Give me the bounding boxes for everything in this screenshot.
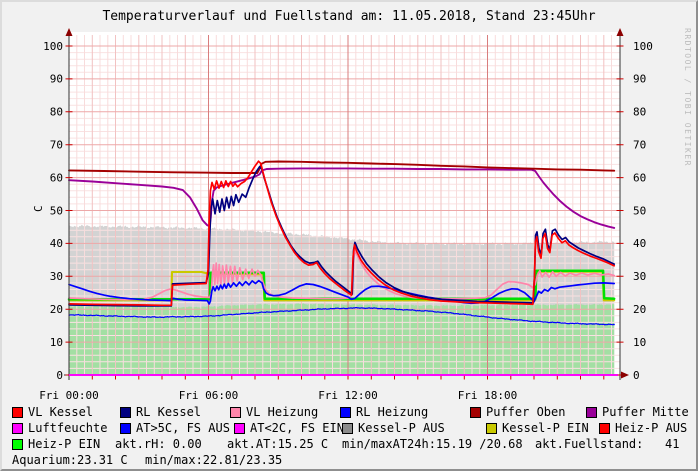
legend-item-rl-kessel: RL Kessel [120,406,201,418]
legend-swatch-luftfeuchte [12,423,23,434]
svg-text:50: 50 [633,204,646,217]
svg-text:20: 20 [50,303,63,316]
legend-swatch-puffer-oben [470,407,481,418]
svg-text:80: 80 [50,106,63,119]
rrdtool-graph: Temperaturverlauf und Fuellstand am: 11.… [0,0,698,471]
legend-label-at-gt5: AT>5C, FS AUS [136,422,230,434]
svg-text:0: 0 [56,369,63,382]
legend-swatch-at-gt5 [120,423,131,434]
legend-label-rl-kessel: RL Kessel [136,406,201,418]
svg-text:Fri 06:00: Fri 06:00 [179,389,239,402]
legend-item-aquarium: Aquarium:23.31 C [12,454,128,466]
legend-item-akt-at: akt.AT:15.25 C [227,438,328,450]
legend-item-rl-heizung: RL Heizung [340,406,428,418]
legend-item-luftfeuchte: Luftfeuchte [12,422,107,434]
legend-swatch-heiz-p-aus [599,423,610,434]
legend-item-kessel-p-ein: Kessel-P EIN [486,422,589,434]
svg-text:50: 50 [50,204,63,217]
legend-label-vl-heizung: VL Heizung [246,406,318,418]
legend-label-at-lt2: AT<2C, FS EIN [250,422,344,434]
legend-item-heiz-p-ein: Heiz-P EIN [12,438,100,450]
legend-item-puffer-mitte: Puffer Mitte [586,406,689,418]
svg-text:0: 0 [633,369,640,382]
svg-text:30: 30 [50,270,63,283]
legend-item-puffer-oben: Puffer Oben [470,406,565,418]
legend-label-heiz-p-ein: Heiz-P EIN [28,438,100,450]
svg-text:40: 40 [50,237,63,250]
svg-text:60: 60 [50,171,63,184]
svg-text:Fri 00:00: Fri 00:00 [39,389,99,402]
svg-text:70: 70 [633,139,646,152]
legend-item-vl-kessel: VL Kessel [12,406,93,418]
svg-text:70: 70 [50,139,63,152]
legend-swatch-vl-kessel [12,407,23,418]
legend-swatch-kessel-p-aus [342,423,353,434]
legend-label-vl-kessel: VL Kessel [28,406,93,418]
legend-label-kessel-p-aus: Kessel-P AUS [358,422,445,434]
legend-label-aquarium: Aquarium:23.31 C [12,454,128,466]
chart-canvas: 0 0 10 10 20 20 30 30 40 40 50 50 60 60 70 70 80 80 90 90 10… [2,2,698,471]
legend-label-puffer-oben: Puffer Oben [486,406,565,418]
legend-label-akt-at: akt.AT:15.25 C [227,438,328,450]
svg-text:Fri 18:00: Fri 18:00 [458,389,518,402]
legend-swatch-rl-kessel [120,407,131,418]
legend-label-minmax-at: min/maxAT24h:15.19 /20.68 [342,438,523,450]
legend-label-akt-rh: akt.rH: 0.00 [115,438,202,450]
legend-item-akt-fuellstand: akt.Fuellstand: 41 [535,438,680,450]
legend-label-heiz-p-aus: Heiz-P AUS [615,422,687,434]
legend-item-aquarium-minmax: min/max:22.81/23.35 [145,454,282,466]
legend-label-luftfeuchte: Luftfeuchte [28,422,107,434]
legend-item-vl-heizung: VL Heizung [230,406,318,418]
svg-text:90: 90 [50,73,63,86]
svg-text:100: 100 [633,40,653,53]
legend-item-at-gt5: AT>5C, FS AUS [120,422,230,434]
legend-swatch-rl-heizung [340,407,351,418]
legend-item-kessel-p-aus: Kessel-P AUS [342,422,445,434]
legend-label-aquarium-minmax: min/max:22.81/23.35 [145,454,282,466]
svg-text:10: 10 [633,336,646,349]
svg-text:60: 60 [633,171,646,184]
legend-item-akt-rh: akt.rH: 0.00 [115,438,202,450]
svg-text:20: 20 [633,303,646,316]
legend-label-akt-fuellstand: akt.Fuellstand: 41 [535,438,680,450]
legend-item-minmax-at: min/maxAT24h:15.19 /20.68 [342,438,523,450]
legend-swatch-heiz-p-ein [12,439,23,450]
svg-text:90: 90 [633,73,646,86]
legend-item-heiz-p-aus: Heiz-P AUS [599,422,687,434]
legend-item-at-lt2: AT<2C, FS EIN [234,422,344,434]
svg-text:Fri 12:00: Fri 12:00 [318,389,378,402]
svg-text:30: 30 [633,270,646,283]
legend-swatch-vl-heizung [230,407,241,418]
legend-swatch-puffer-mitte [586,407,597,418]
svg-text:80: 80 [633,106,646,119]
legend-swatch-at-lt2 [234,423,245,434]
legend-label-puffer-mitte: Puffer Mitte [602,406,689,418]
legend-label-rl-heizung: RL Heizung [356,406,428,418]
legend-label-kessel-p-ein: Kessel-P EIN [502,422,589,434]
svg-text:40: 40 [633,237,646,250]
svg-text:10: 10 [50,336,63,349]
legend-swatch-kessel-p-ein [486,423,497,434]
svg-text:100: 100 [43,40,63,53]
